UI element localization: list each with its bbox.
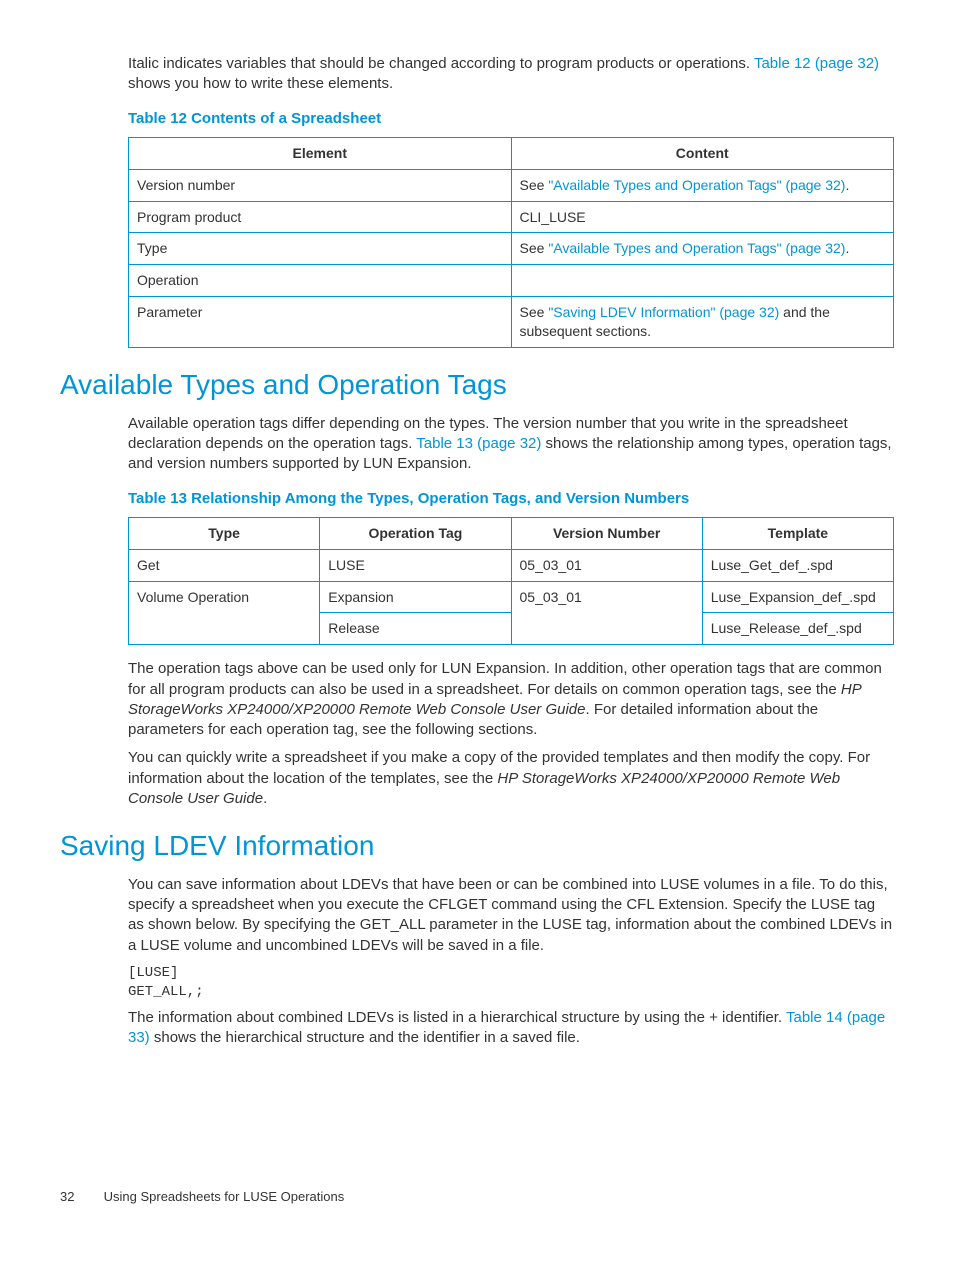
heading-available-types: Available Types and Operation Tags bbox=[60, 366, 894, 404]
text: shows you how to write these elements. bbox=[128, 75, 393, 92]
table-row: Get LUSE 05_03_01 Luse_Get_def_.spd bbox=[129, 549, 894, 581]
intro-paragraph: Italic indicates variables that should b… bbox=[128, 54, 894, 95]
intro-block: Italic indicates variables that should b… bbox=[128, 54, 894, 348]
cell-element: Program product bbox=[129, 201, 512, 233]
link-table13[interactable]: Table 13 (page 32) bbox=[416, 435, 541, 452]
table-header-row: Element Content bbox=[129, 137, 894, 169]
col-version: Version Number bbox=[511, 517, 702, 549]
text: . bbox=[845, 240, 849, 256]
text: Italic indicates variables that should b… bbox=[128, 55, 754, 72]
text: See bbox=[520, 304, 549, 320]
cell-content bbox=[511, 265, 894, 297]
col-type: Type bbox=[129, 517, 320, 549]
cell-element: Version number bbox=[129, 169, 512, 201]
link-available-types[interactable]: "Available Types and Operation Tags" (pa… bbox=[548, 240, 845, 256]
col-template: Template bbox=[702, 517, 893, 549]
cell-content: See "Available Types and Operation Tags"… bbox=[511, 169, 894, 201]
paragraph: The information about combined LDEVs is … bbox=[128, 1008, 894, 1049]
cell-content: CLI_LUSE bbox=[511, 201, 894, 233]
cell-version: 05_03_01 bbox=[511, 549, 702, 581]
table-row: Version number See "Available Types and … bbox=[129, 169, 894, 201]
paragraph: You can save information about LDEVs tha… bbox=[128, 875, 894, 956]
col-operation-tag: Operation Tag bbox=[320, 517, 511, 549]
col-element: Element bbox=[129, 137, 512, 169]
table13: Type Operation Tag Version Number Templa… bbox=[128, 517, 894, 646]
cell-template: Luse_Expansion_def_.spd bbox=[702, 581, 893, 613]
table-header-row: Type Operation Tag Version Number Templa… bbox=[129, 517, 894, 549]
cell-element: Type bbox=[129, 233, 512, 265]
table-row: Parameter See "Saving LDEV Information" … bbox=[129, 297, 894, 348]
link-saving-ldev[interactable]: "Saving LDEV Information" (page 32) bbox=[548, 304, 779, 320]
section1-content: Available operation tags differ dependin… bbox=[128, 414, 894, 809]
cell-tag: Expansion bbox=[320, 581, 511, 613]
cell-tag: Release bbox=[320, 613, 511, 645]
cell-type: Get bbox=[129, 549, 320, 581]
code-block: [LUSE] GET_ALL,; bbox=[128, 964, 894, 1002]
table-row: Operation bbox=[129, 265, 894, 297]
cell-element: Operation bbox=[129, 265, 512, 297]
footer-title: Using Spreadsheets for LUSE Operations bbox=[104, 1189, 345, 1204]
text: . bbox=[263, 790, 267, 807]
table12: Element Content Version number See "Avai… bbox=[128, 137, 894, 348]
col-content: Content bbox=[511, 137, 894, 169]
text: See bbox=[520, 240, 549, 256]
table13-caption: Table 13 Relationship Among the Types, O… bbox=[128, 489, 894, 509]
text: The information about combined LDEVs is … bbox=[128, 1009, 786, 1026]
cell-version: 05_03_01 bbox=[511, 581, 702, 645]
cell-element: Parameter bbox=[129, 297, 512, 348]
heading-saving-ldev: Saving LDEV Information bbox=[60, 827, 894, 865]
link-table12[interactable]: Table 12 (page 32) bbox=[754, 55, 879, 72]
link-available-types[interactable]: "Available Types and Operation Tags" (pa… bbox=[548, 177, 845, 193]
cell-template: Luse_Release_def_.spd bbox=[702, 613, 893, 645]
paragraph: You can quickly write a spreadsheet if y… bbox=[128, 748, 894, 809]
paragraph: The operation tags above can be used onl… bbox=[128, 659, 894, 740]
cell-type: Volume Operation bbox=[129, 581, 320, 645]
text: The operation tags above can be used onl… bbox=[128, 660, 882, 697]
table-row: Type See "Available Types and Operation … bbox=[129, 233, 894, 265]
text: See bbox=[520, 177, 549, 193]
cell-content: See "Available Types and Operation Tags"… bbox=[511, 233, 894, 265]
text: . bbox=[845, 177, 849, 193]
page-number: 32 bbox=[60, 1188, 100, 1206]
section2-content: You can save information about LDEVs tha… bbox=[128, 875, 894, 1048]
table12-caption: Table 12 Contents of a Spreadsheet bbox=[128, 109, 894, 129]
cell-content: See "Saving LDEV Information" (page 32) … bbox=[511, 297, 894, 348]
text: shows the hierarchical structure and the… bbox=[150, 1029, 580, 1046]
table-row: Volume Operation Expansion 05_03_01 Luse… bbox=[129, 581, 894, 613]
paragraph: Available operation tags differ dependin… bbox=[128, 414, 894, 475]
cell-template: Luse_Get_def_.spd bbox=[702, 549, 893, 581]
cell-tag: LUSE bbox=[320, 549, 511, 581]
page-footer: 32 Using Spreadsheets for LUSE Operation… bbox=[60, 1188, 894, 1206]
table-row: Program product CLI_LUSE bbox=[129, 201, 894, 233]
